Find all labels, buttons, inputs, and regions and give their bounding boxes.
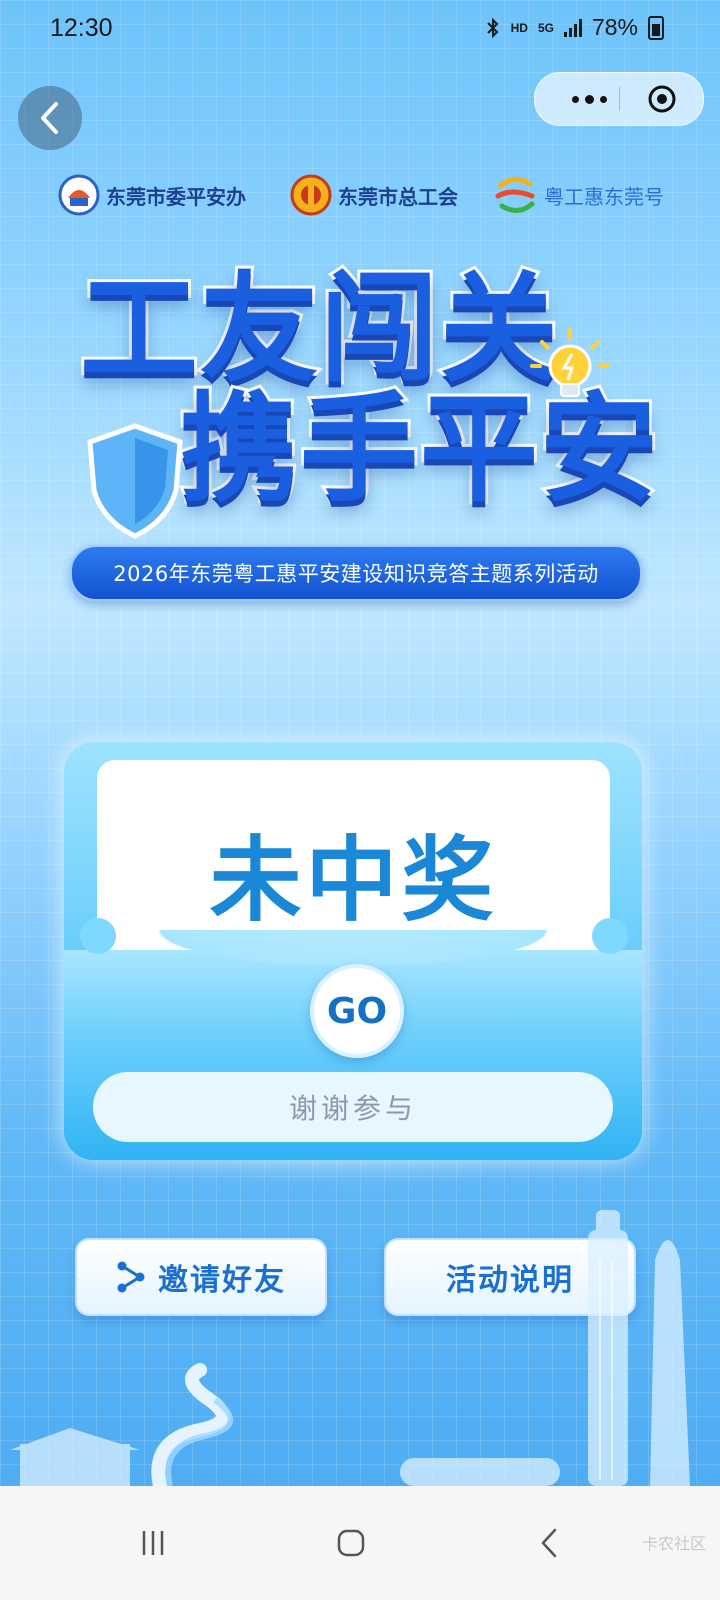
recents-icon [142, 1531, 164, 1555]
back-button[interactable] [18, 86, 82, 150]
system-back-button[interactable] [524, 1518, 574, 1568]
watermark: 卡农社区 [641, 1534, 706, 1553]
status-time: 12:30 [50, 14, 113, 42]
logo-label: 粤工惠东莞号 [544, 184, 664, 209]
bluetooth-icon [486, 17, 499, 38]
lightbulb-icon [530, 328, 610, 397]
city-skyline-illustration [10, 1210, 690, 1486]
prize-result: 未中奖 [209, 827, 498, 934]
network-label: 5G [537, 20, 554, 35]
menu-capsule [534, 72, 704, 126]
capsule-divider [619, 87, 620, 111]
hd-label: HD [510, 20, 528, 35]
logo-trade-union: 东莞市总工会 [290, 174, 458, 216]
status-icons: HD 5G 78% [485, 14, 664, 41]
battery-percent: 78% [591, 14, 638, 40]
banner-title: 工友闯关 携手平安 [70, 260, 670, 550]
app-screen: { "status_bar": { "time": "12:30", "blue… [0, 0, 720, 1600]
activity-subtitle: 2026年东莞粤工惠平安建设知识竞答主题系列活动 [70, 545, 642, 601]
trade-union-emblem-icon [290, 174, 332, 216]
title-line-1: 工友闯关 [77, 260, 561, 398]
more-dots-icon[interactable] [559, 87, 619, 111]
recents-button[interactable] [128, 1518, 178, 1568]
go-button[interactable]: GO [310, 964, 404, 1058]
chevron-left-icon [41, 102, 58, 134]
thanks-message: 谢谢参与 [93, 1072, 613, 1142]
system-nav-bar: 卡农社区 [0, 1486, 720, 1600]
target-icon[interactable] [647, 84, 677, 114]
battery-icon [648, 15, 664, 40]
back-icon [541, 1528, 557, 1558]
logo-label: 东莞市委平安办 [106, 184, 246, 209]
status-bar: 12:30 HD 5G 78% [0, 0, 720, 60]
shield-icon [87, 423, 183, 539]
peace-office-emblem-icon [58, 174, 100, 216]
sponsor-logos: 东莞市委平安办 东莞市总工会 粤工惠东莞号 [58, 174, 678, 216]
yuegonghui-logo-icon [495, 177, 535, 213]
home-icon [337, 1529, 365, 1557]
logo-peace-office: 东莞市委平安办 [58, 174, 246, 216]
signal-icon [563, 18, 582, 37]
logo-label: 东莞市总工会 [338, 184, 458, 209]
home-button[interactable] [326, 1518, 376, 1568]
logo-yuegonghui: 粤工惠东莞号 [492, 174, 664, 216]
